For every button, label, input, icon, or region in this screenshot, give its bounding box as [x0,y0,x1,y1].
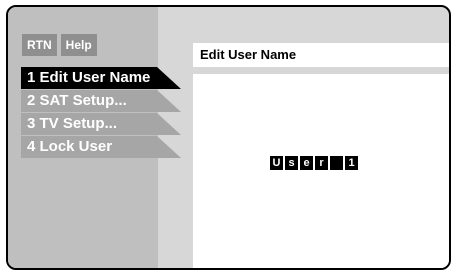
name-char[interactable]: r [315,156,328,170]
help-button[interactable]: Help [60,34,97,56]
menu-item-lock-user[interactable]: 4 Lock User [21,136,181,158]
name-char[interactable]: 1 [345,156,358,170]
edit-name-panel: U s e r 1 [193,74,449,268]
menu-item-label: 3 TV Setup... [27,115,118,132]
user-name-field[interactable]: U s e r 1 [270,156,358,170]
screen-frame: RTN Help 1 Edit User Name 2 SAT Setup...… [6,5,451,270]
top-buttons: RTN Help [22,34,97,56]
menu-item-sat-setup[interactable]: 2 SAT Setup... [21,90,181,112]
menu-item-label: 1 Edit User Name [27,69,151,86]
menu-item-label: 4 Lock User [27,138,113,155]
menu-item-tv-setup[interactable]: 3 TV Setup... [21,113,181,135]
menu-item-label: 2 SAT Setup... [27,92,127,109]
return-button[interactable]: RTN [22,34,57,56]
name-char[interactable]: U [270,156,283,170]
name-char[interactable]: e [300,156,313,170]
name-char[interactable]: s [285,156,298,170]
name-char[interactable] [330,156,343,170]
menu-item-edit-user-name[interactable]: 1 Edit User Name [21,67,181,89]
setup-menu: 1 Edit User Name 2 SAT Setup... 3 TV Set… [21,67,186,159]
panel-title: Edit User Name [193,43,449,67]
